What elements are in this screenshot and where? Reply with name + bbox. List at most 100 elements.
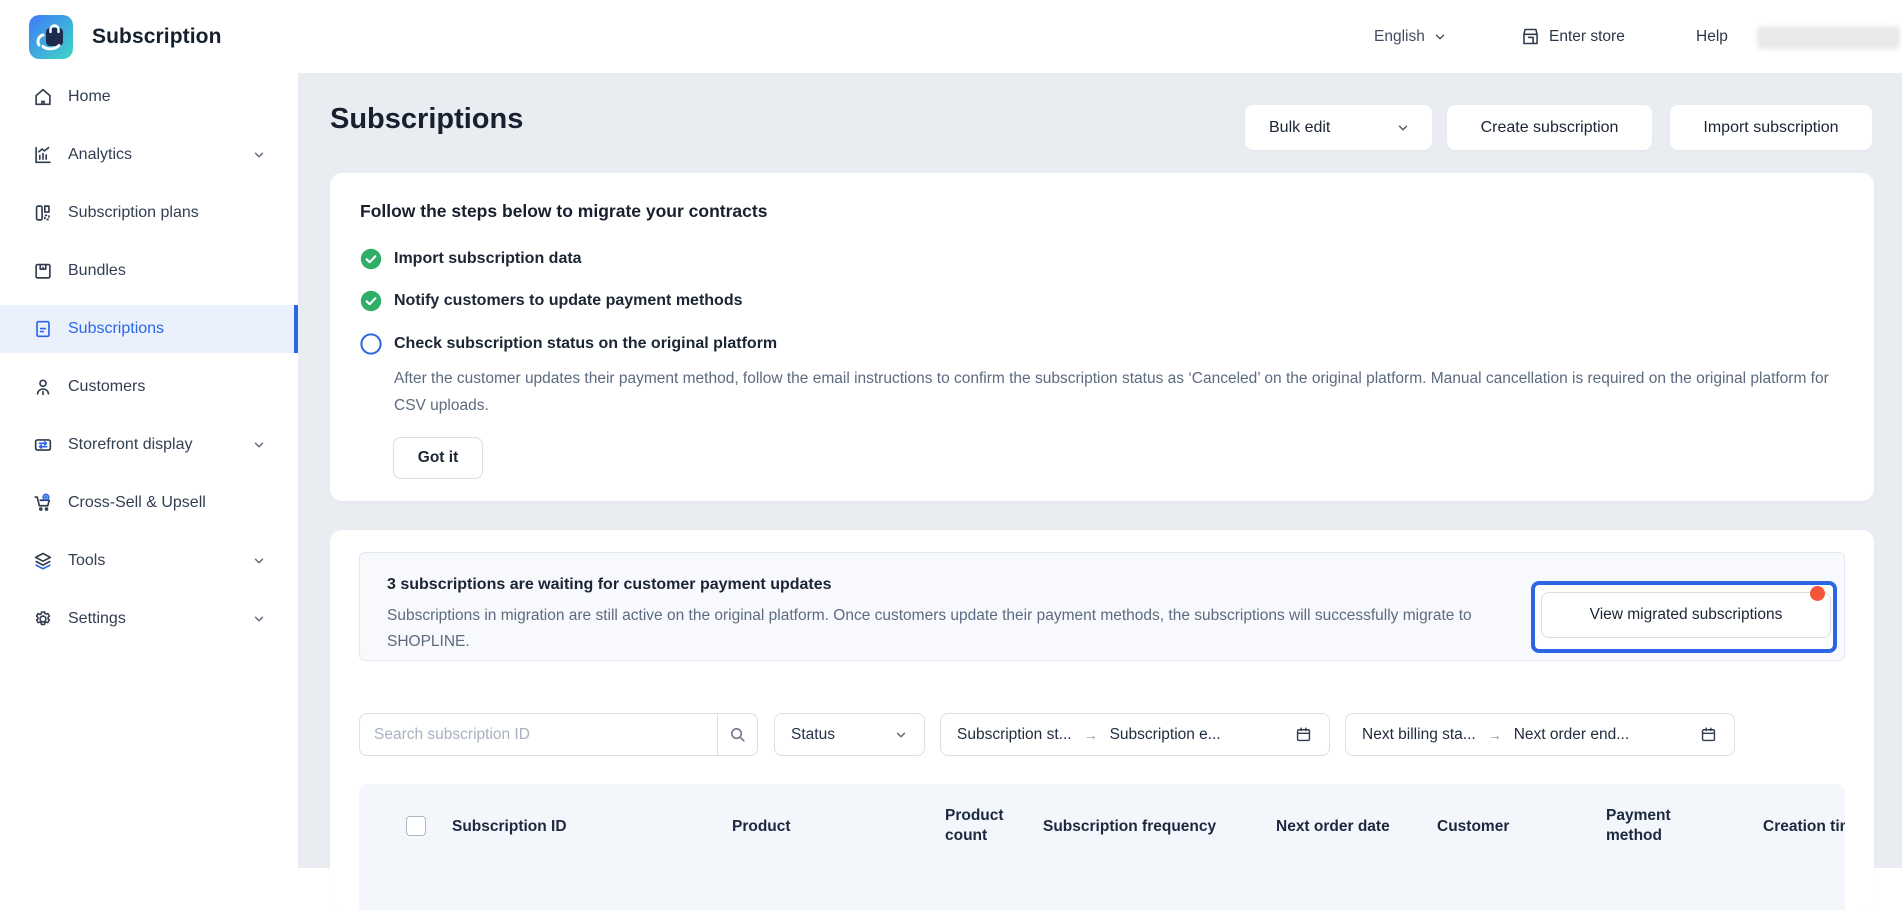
migration-step-label: Check subscription status on the origina… xyxy=(394,335,777,353)
sidebar-item-settings[interactable]: Settings xyxy=(0,595,298,643)
migration-step-description: After the customer updates their payment… xyxy=(394,365,1839,419)
subscriptions-icon xyxy=(32,318,54,340)
chevron-down-icon xyxy=(252,438,266,452)
migration-step: Import subscription data xyxy=(360,248,582,270)
range-start-label: Subscription st... xyxy=(957,726,1072,744)
chevron-down-icon xyxy=(252,612,266,626)
search-icon xyxy=(728,725,747,744)
enter-store-label: Enter store xyxy=(1549,28,1625,46)
migration-steps-card: Follow the steps below to migrate your c… xyxy=(330,173,1874,501)
sidebar-item-analytics[interactable]: Analytics xyxy=(0,131,298,179)
arrow-right-icon: → xyxy=(1084,727,1098,743)
column-header-product: Product xyxy=(732,817,791,837)
column-header-customer: Customer xyxy=(1437,817,1509,837)
chevron-down-icon xyxy=(1396,121,1410,135)
create-subscription-label: Create subscription xyxy=(1481,119,1619,137)
app-logo xyxy=(29,15,73,59)
migration-step: Check subscription status on the origina… xyxy=(360,333,777,355)
migration-step-label: Notify customers to update payment metho… xyxy=(394,292,743,310)
pending-circle-icon xyxy=(360,333,382,355)
subscription-date-range-filter[interactable]: Subscription st... → Subscription e... xyxy=(940,713,1330,756)
bulk-edit-button[interactable]: Bulk edit xyxy=(1245,105,1432,150)
app-title: Subscription xyxy=(92,25,222,49)
status-filter-label: Status xyxy=(791,726,835,744)
next-order-date-range-filter[interactable]: Next billing sta... → Next order end... xyxy=(1345,713,1735,756)
sidebar-item-label: Storefront display xyxy=(68,436,193,454)
analytics-icon xyxy=(32,144,54,166)
got-it-button[interactable]: Got it xyxy=(393,437,483,479)
sidebar-item-subscriptions[interactable]: Subscriptions xyxy=(0,305,298,353)
import-subscription-button[interactable]: Import subscription xyxy=(1670,105,1872,150)
calendar-icon xyxy=(1294,725,1313,744)
notice-title: 3 subscriptions are waiting for customer… xyxy=(387,576,832,594)
store-name-redacted[interactable] xyxy=(1757,26,1900,49)
migration-notice-panel: 3 subscriptions are waiting for customer… xyxy=(359,552,1845,661)
highlight-ring: View migrated subscriptions xyxy=(1531,581,1837,653)
bundles-icon xyxy=(32,260,54,282)
search-button[interactable] xyxy=(717,714,757,755)
create-subscription-button[interactable]: Create subscription xyxy=(1447,105,1652,150)
sidebar: Home Analytics Subscription plans Bundle… xyxy=(0,73,298,868)
sidebar-item-label: Cross-Sell & Upsell xyxy=(68,494,206,512)
page-title: Subscriptions xyxy=(330,103,523,136)
subscription-list-card: 3 subscriptions are waiting for customer… xyxy=(330,530,1874,910)
sidebar-item-label: Subscription plans xyxy=(68,204,199,222)
column-header-creation-time: Creation time xyxy=(1763,817,1845,837)
migration-step-label: Import subscription data xyxy=(394,250,582,268)
help-button[interactable]: Help xyxy=(1696,0,1728,73)
range-end-label: Subscription e... xyxy=(1110,726,1221,744)
sidebar-item-label: Settings xyxy=(68,610,126,628)
language-selector[interactable]: English xyxy=(1374,0,1447,73)
range-end-label: Next order end... xyxy=(1514,726,1629,744)
top-bar: Subscription English Enter store Help xyxy=(0,0,1902,73)
storefront-display-icon xyxy=(32,434,54,456)
import-subscription-label: Import subscription xyxy=(1703,119,1838,137)
table-header: Subscription ID Product Product count Su… xyxy=(359,784,1845,910)
storefront-icon xyxy=(1520,26,1541,47)
notification-dot xyxy=(1810,586,1825,601)
sidebar-item-tools[interactable]: Tools xyxy=(0,537,298,585)
sidebar-item-label: Customers xyxy=(68,378,145,396)
column-header-subscription-frequency: Subscription frequency xyxy=(1043,817,1216,837)
status-filter-dropdown[interactable]: Status xyxy=(774,713,925,756)
column-header-product-count: Product count xyxy=(945,806,1017,846)
search-input[interactable] xyxy=(360,714,700,755)
search-box xyxy=(359,713,758,756)
sidebar-item-bundles[interactable]: Bundles xyxy=(0,247,298,295)
sidebar-item-storefront-display[interactable]: Storefront display xyxy=(0,421,298,469)
gear-icon xyxy=(32,608,54,630)
home-icon xyxy=(32,86,54,108)
bulk-edit-label: Bulk edit xyxy=(1269,119,1330,137)
subscription-plans-icon xyxy=(32,202,54,224)
sidebar-item-subscription-plans[interactable]: Subscription plans xyxy=(0,189,298,237)
chevron-down-icon xyxy=(252,554,266,568)
range-start-label: Next billing sta... xyxy=(1362,726,1476,744)
sidebar-item-customers[interactable]: Customers xyxy=(0,363,298,411)
main-content: Subscriptions Bulk edit Create subscript… xyxy=(298,73,1902,868)
chevron-down-icon xyxy=(894,728,908,742)
view-migrated-subscriptions-button[interactable]: View migrated subscriptions xyxy=(1541,592,1831,638)
column-header-payment-method: Payment method xyxy=(1606,806,1686,846)
sidebar-item-home[interactable]: Home xyxy=(0,73,298,121)
chevron-down-icon xyxy=(252,148,266,162)
enter-store-button[interactable]: Enter store xyxy=(1520,0,1625,73)
sidebar-item-cross-sell-upsell[interactable]: Cross-Sell & Upsell xyxy=(0,479,298,527)
notice-body: Subscriptions in migration are still act… xyxy=(387,603,1522,655)
check-circle-icon xyxy=(360,248,382,270)
chevron-down-icon xyxy=(1433,30,1447,44)
sidebar-item-label: Home xyxy=(68,88,111,106)
language-label: English xyxy=(1374,28,1425,46)
sidebar-item-label: Tools xyxy=(68,552,105,570)
sidebar-item-label: Bundles xyxy=(68,262,126,280)
select-all-checkbox[interactable] xyxy=(406,816,426,836)
column-header-next-order-date: Next order date xyxy=(1276,817,1390,837)
cross-sell-icon xyxy=(32,492,54,514)
check-circle-icon xyxy=(360,290,382,312)
arrow-right-icon: → xyxy=(1488,727,1502,743)
column-header-subscription-id: Subscription ID xyxy=(452,817,567,837)
tools-icon xyxy=(32,550,54,572)
migration-card-title: Follow the steps below to migrate your c… xyxy=(360,201,767,222)
migration-step: Notify customers to update payment metho… xyxy=(360,290,743,312)
customers-icon xyxy=(32,376,54,398)
sidebar-item-label: Subscriptions xyxy=(68,320,164,338)
